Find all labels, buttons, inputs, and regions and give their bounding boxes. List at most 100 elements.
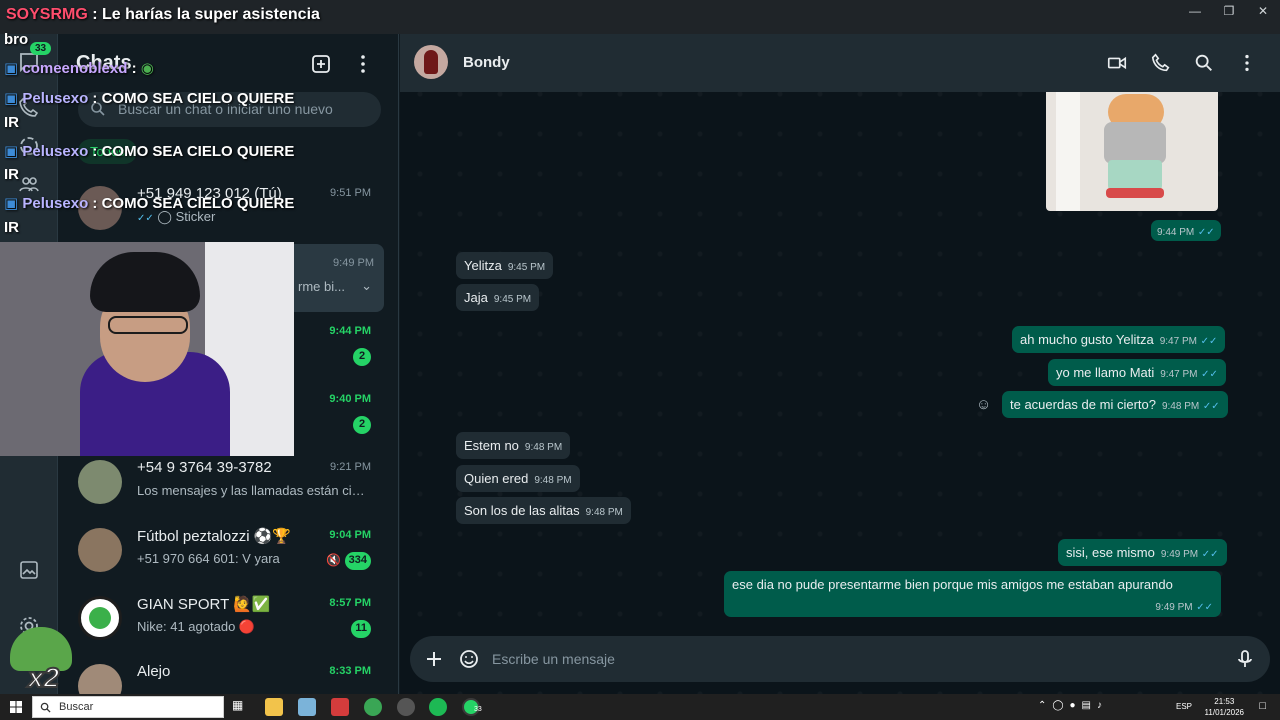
chat-time: 9:21 PM <box>330 461 371 473</box>
taskbar-clock[interactable]: 21:53 11/01/2026 <box>1205 696 1244 718</box>
sticker-emoji-icon[interactable] <box>458 648 480 670</box>
stream-chat-wrap: bro <box>4 31 29 48</box>
chats-badge: 33 <box>30 42 52 55</box>
emote-multiplier: x2 <box>27 661 60 694</box>
maximize-icon[interactable]: ❐ <box>1212 0 1246 22</box>
chat-name: Fútbol peztalozzi ⚽🏆 <box>137 528 292 545</box>
chat-row[interactable]: GIAN SPORT 🙋✅ 8:57 PM Nike: 41 agotado 🔴… <box>58 584 398 652</box>
stream-chat-message: ▣ Pelusexo : COMO SEA CIELO QUIERE <box>4 143 295 160</box>
avatar <box>78 596 122 640</box>
message-time-bubble: 9:44 PM ✓✓ <box>1151 220 1221 241</box>
webcam-person-hair <box>90 252 200 312</box>
new-chat-icon[interactable] <box>309 52 333 76</box>
stream-chat-wrap: IR <box>4 166 19 183</box>
sticker-cat-sweater <box>1104 122 1166 164</box>
message-in[interactable]: Quien ered 9:48 PM <box>456 465 580 492</box>
chevron-down-icon[interactable]: ⌄ <box>361 278 372 294</box>
unread-badge: 11 <box>351 620 371 638</box>
chat-time: 9:40 PM <box>329 393 371 405</box>
badge-icon: ▣ <box>4 90 19 107</box>
message-out[interactable]: te acuerdas de mi cierto? 9:48 PM ✓✓ <box>1002 391 1228 418</box>
message-in[interactable]: Son los de las alitas 9:48 PM <box>456 497 631 524</box>
whatsapp-taskbar-badge: 33 <box>474 706 482 713</box>
sticker-image[interactable] <box>1046 92 1218 211</box>
menu-dots-icon[interactable] <box>1236 52 1258 74</box>
conversation-panel: Bondy 9:44 PM ✓✓ Yelitza 9:45 PM Jaja 9:45… <box>400 34 1280 694</box>
message-in[interactable]: Jaja 9:45 PM <box>456 284 540 311</box>
obs-icon[interactable] <box>397 698 415 716</box>
stream-chat-message: ▣ Pelusexo : COMO SEA CIELO QUIERE <box>4 195 295 212</box>
webcam-person-glasses <box>108 316 188 334</box>
message-in[interactable]: Yelitza 9:45 PM <box>456 252 554 279</box>
window-controls: — ❐ ✕ <box>1178 0 1280 22</box>
emoji-reaction-icon[interactable]: ☺ <box>976 396 991 413</box>
spotify-icon[interactable] <box>429 698 447 716</box>
badge-icon: ▣ <box>4 195 19 212</box>
message-composer[interactable]: Escribe un mensaje <box>410 636 1270 682</box>
taskbar-search[interactable]: Buscar <box>32 696 224 718</box>
chrome-icon[interactable] <box>364 698 382 716</box>
app-icon[interactable] <box>331 698 349 716</box>
unread-badge: 2 <box>353 348 371 366</box>
minimize-icon[interactable]: — <box>1178 0 1212 22</box>
windows-start-icon[interactable] <box>10 701 22 713</box>
message-out[interactable]: ese dia no pude presentarme bien porque … <box>724 571 1221 617</box>
sticker-background <box>1056 92 1080 211</box>
chat-name: GIAN SPORT 🙋✅ <box>137 596 271 613</box>
communities-icon[interactable] <box>17 172 41 196</box>
chat-preview: Nike: 41 agotado 🔴 <box>137 619 256 634</box>
menu-dots-icon[interactable] <box>351 52 375 76</box>
double-check-icon: ✓✓ <box>1201 369 1218 380</box>
message-out[interactable]: sisi, ese mismo 9:49 PM ✓✓ <box>1058 539 1227 566</box>
muted-icon: 🔇 <box>326 553 341 567</box>
double-check-icon: ✓✓ <box>1200 336 1218 347</box>
double-check-icon: ✓✓ <box>1197 227 1215 238</box>
chat-preview: +51 970 664 601: V yara <box>137 551 280 566</box>
media-icon[interactable] <box>17 558 41 582</box>
search-icon[interactable] <box>1193 52 1215 74</box>
task-view-icon[interactable]: ▦ <box>232 698 250 716</box>
message-out[interactable]: yo me llamo Mati 9:47 PM ✓✓ <box>1048 359 1226 386</box>
conversation-header: Bondy <box>400 34 1280 92</box>
chat-row[interactable]: Alejo 8:33 PM <box>58 652 398 694</box>
stream-chat-wrap: IR <box>4 219 19 236</box>
system-tray-icons[interactable]: ⌃◯●▤♪ <box>1038 700 1108 711</box>
contact-name[interactable]: Bondy <box>463 54 510 71</box>
double-check-icon: ✓✓ <box>1201 549 1219 560</box>
chat-time: 8:57 PM <box>329 597 371 609</box>
attach-plus-icon[interactable] <box>423 648 445 670</box>
search-icon <box>40 702 51 713</box>
chat-row[interactable]: Fútbol peztalozzi ⚽🏆 9:04 PM +51 970 664… <box>58 516 398 584</box>
badge-icon: ▣ <box>4 60 19 77</box>
chat-name: Alejo <box>137 663 171 680</box>
chat-time: 9:49 PM <box>333 257 374 269</box>
contact-avatar[interactable] <box>414 45 448 79</box>
emote-icon: ◉ <box>140 60 154 77</box>
chat-preview: Los mensajes y las llamadas están cifr..… <box>137 483 367 498</box>
avatar <box>78 664 122 694</box>
message-in[interactable]: Estem no 9:48 PM <box>456 432 571 459</box>
input-language[interactable]: ESP <box>1176 702 1192 711</box>
chat-preview: rme bi... <box>298 279 345 294</box>
file-explorer-icon[interactable] <box>265 698 283 716</box>
chat-name: +54 9 3764 39-3782 <box>137 459 272 476</box>
chat-time: 9:51 PM <box>330 187 371 199</box>
notification-icon[interactable]: □ <box>1259 700 1266 712</box>
microphone-icon[interactable] <box>1234 648 1256 670</box>
double-check-icon: ✓✓ <box>1202 401 1220 412</box>
double-check-icon: ✓✓ <box>137 213 154 224</box>
close-icon[interactable]: ✕ <box>1246 0 1280 22</box>
voice-call-icon[interactable] <box>1150 52 1172 74</box>
notepad-icon[interactable] <box>298 698 316 716</box>
unread-badge: 2 <box>353 416 371 434</box>
avatar <box>78 460 122 504</box>
video-call-icon[interactable] <box>1106 52 1128 74</box>
stream-chat-wrap: IR <box>4 114 19 131</box>
windows-taskbar: Buscar ▦ 33 ⌃◯●▤♪ ESP 21:53 11/01/2026 □ <box>0 694 1280 720</box>
badge-icon: ▣ <box>4 143 19 160</box>
chat-row[interactable]: +54 9 3764 39-3782 9:21 PM Los mensajes … <box>58 448 398 516</box>
sticker-cat-shoes <box>1106 188 1164 198</box>
message-out[interactable]: ah mucho gusto Yelitza 9:47 PM ✓✓ <box>1012 326 1226 353</box>
message-input-placeholder[interactable]: Escribe un mensaje <box>492 651 615 667</box>
double-check-icon: ✓✓ <box>1196 602 1213 613</box>
